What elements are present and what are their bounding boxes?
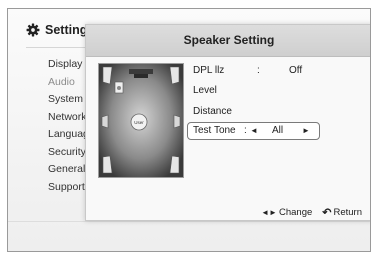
test-tone-right-arrow-icon[interactable]: ► xyxy=(302,123,310,139)
level-label: Level xyxy=(193,85,217,96)
side-right-speaker-icon xyxy=(173,114,181,129)
tv-screen: Settings Display Audio System Network La… xyxy=(7,8,371,252)
dpl-value: Off xyxy=(289,65,303,76)
footer-divider xyxy=(8,221,370,222)
speaker-layout-illustration: User xyxy=(99,64,183,177)
gear-icon xyxy=(26,23,40,37)
return-label: Return xyxy=(333,206,362,218)
user-label: User xyxy=(134,120,144,125)
dpl-label: DPL llz xyxy=(193,65,225,76)
distance-label: Distance xyxy=(193,106,232,117)
side-left-speaker-icon xyxy=(101,114,109,129)
user-position-icon: User xyxy=(130,113,148,131)
dialog-footer: ◄► Change ↶ Return xyxy=(261,205,362,219)
test-tone-left-arrow-icon[interactable]: ◄ xyxy=(250,123,258,139)
subwoofer-icon xyxy=(114,81,124,94)
test-tone-value: All xyxy=(272,125,284,136)
change-label: Change xyxy=(278,206,313,218)
left-right-arrows-icon: ◄► xyxy=(261,207,277,217)
dpl-colon: : xyxy=(257,65,260,76)
dialog-title: Speaker Setting xyxy=(86,25,370,57)
return-icon: ↶ xyxy=(322,206,332,219)
option-test-tone-row[interactable]: Test Tone : ◄ All ► xyxy=(187,122,320,140)
change-hint[interactable]: ◄► Change xyxy=(261,207,312,218)
test-tone-colon: : xyxy=(244,125,247,136)
speaker-setting-dialog: Speaker Setting User DPL llz: Off Level… xyxy=(85,24,370,221)
speaker-room-diagram: User xyxy=(98,63,184,178)
return-hint[interactable]: ↶ Return xyxy=(322,206,362,219)
test-tone-label: Test Tone xyxy=(193,125,236,136)
